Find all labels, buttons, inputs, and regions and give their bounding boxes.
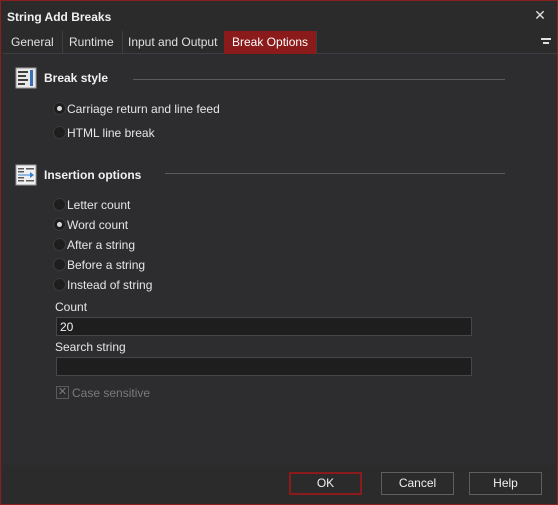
search-string-field[interactable] [56, 357, 472, 376]
radio-word-count-label: Word count [67, 218, 129, 232]
radio-instead-of-string-indicator[interactable] [53, 278, 66, 291]
radio-word-count-indicator[interactable] [53, 218, 66, 231]
tab-break-options[interactable]: Break Options [224, 31, 318, 54]
radio-before-string-indicator[interactable] [53, 258, 66, 271]
ok-button[interactable]: OK [289, 472, 362, 495]
help-button[interactable]: Help [469, 472, 542, 495]
dialog-window: String Add Breaks ✕ General Runtime Inpu… [0, 0, 558, 505]
radio-crlf-label: Carriage return and line feed [67, 102, 220, 116]
break-options-panel: Break style Carriage return and line fee… [3, 55, 557, 465]
menu-icon[interactable] [539, 35, 553, 49]
close-icon[interactable]: ✕ [531, 6, 549, 24]
case-sensitive-label: Case sensitive [72, 386, 151, 400]
insertion-options-divider [165, 173, 505, 174]
radio-html-break-label: HTML line break [67, 126, 155, 140]
radio-before-string-label: Before a string [67, 258, 146, 272]
break-style-icon [15, 67, 37, 89]
radio-instead-of-string-label: Instead of string [67, 278, 153, 292]
count-field[interactable] [56, 317, 472, 336]
break-style-divider [133, 79, 505, 80]
insertion-options-title: Insertion options [44, 168, 142, 182]
search-string-label: Search string [55, 340, 126, 354]
radio-after-string-indicator[interactable] [53, 238, 66, 251]
button-bar: OK Cancel Help [3, 465, 557, 504]
tab-general[interactable]: General [3, 31, 63, 54]
radio-letter-count-indicator[interactable] [53, 198, 66, 211]
case-sensitive-check-indicator[interactable]: ✕ [56, 386, 69, 399]
insertion-options-icon [15, 164, 37, 186]
count-label: Count [55, 300, 88, 314]
tab-runtime[interactable]: Runtime [61, 31, 123, 54]
radio-letter-count-label: Letter count [67, 198, 131, 212]
radio-after-string-label: After a string [67, 238, 136, 252]
radio-crlf-indicator[interactable] [53, 102, 66, 115]
window-title: String Add Breaks [7, 10, 112, 24]
tab-strip: General Runtime Input and Output Break O… [3, 31, 557, 54]
break-style-title: Break style [44, 71, 109, 85]
cancel-button[interactable]: Cancel [381, 472, 454, 495]
title-bar: String Add Breaks ✕ [1, 1, 557, 31]
tab-input-output[interactable]: Input and Output [120, 31, 227, 54]
radio-html-break-indicator[interactable] [53, 126, 66, 139]
